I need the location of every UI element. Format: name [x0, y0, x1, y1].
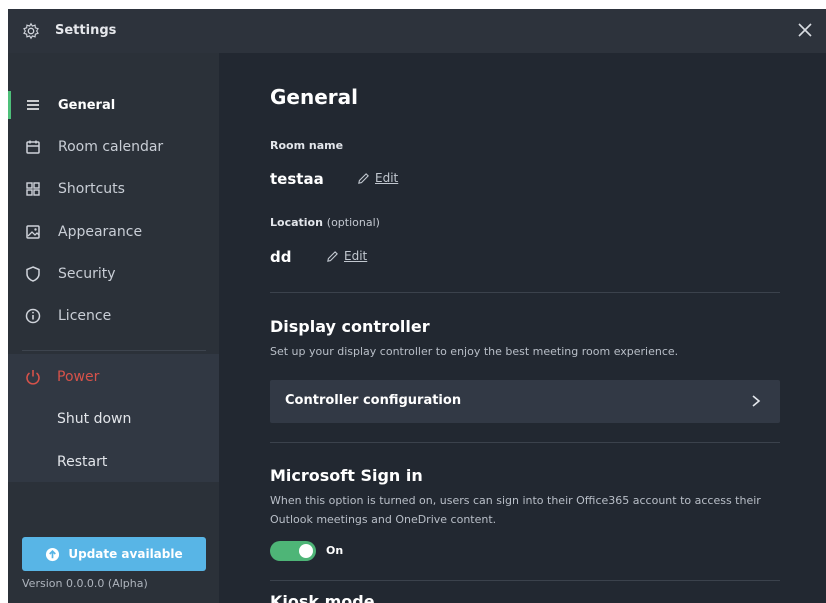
shield-icon	[26, 266, 40, 282]
sidebar-item-label: Appearance	[58, 224, 143, 240]
main-content: General Room name testaa Edit Location (…	[219, 53, 826, 603]
update-available-button[interactable]: Update available	[22, 537, 206, 571]
edit-label: Edit	[375, 171, 399, 185]
controller-configuration-button[interactable]: Controller configuration	[270, 380, 780, 423]
restart-label: Restart	[57, 454, 108, 470]
display-controller-title: Display controller	[270, 317, 430, 336]
optional-text: (optional)	[326, 216, 380, 229]
room-name-label: Room name	[270, 139, 344, 152]
location-label: Location (optional)	[270, 216, 380, 229]
sidebar-item-room-calendar[interactable]: Room calendar	[8, 127, 219, 167]
sidebar-item-label: Security	[58, 266, 116, 282]
sidebar-item-security[interactable]: Security	[8, 254, 219, 294]
info-icon	[25, 308, 41, 324]
toggle-label: On	[326, 544, 344, 557]
pencil-icon	[358, 172, 369, 184]
sidebar-item-label: Room calendar	[58, 139, 164, 155]
section-divider	[270, 580, 780, 581]
sidebar-item-label: Licence	[58, 308, 112, 324]
room-name-value: testaa	[270, 170, 324, 188]
window-title: Settings	[55, 23, 117, 38]
sidebar-item-licence[interactable]: Licence	[8, 296, 219, 336]
grid-icon	[26, 182, 40, 196]
pencil-icon	[327, 250, 338, 262]
power-panel: Power Shut down Restart	[8, 354, 219, 482]
edit-location-button[interactable]: Edit	[326, 249, 367, 263]
shut-down-button[interactable]: Shut down	[8, 399, 219, 439]
image-icon	[26, 225, 40, 239]
power-item[interactable]: Power	[8, 357, 219, 397]
sidebar-item-label: Shortcuts	[58, 181, 125, 197]
power-icon	[26, 370, 40, 385]
title-bar: Settings	[8, 9, 826, 53]
section-divider	[270, 442, 780, 443]
version-text: Version 0.0.0.0 (Alpha)	[22, 577, 148, 590]
next-section-title: Kiosk mode	[270, 592, 375, 603]
microsoft-signin-description: When this option is turned on, users can…	[270, 494, 761, 526]
shut-down-label: Shut down	[57, 411, 132, 427]
section-divider	[270, 292, 780, 293]
sidebar-item-label: General	[58, 97, 116, 113]
power-label: Power	[57, 369, 100, 385]
sidebar-item-shortcuts[interactable]: Shortcuts	[8, 169, 219, 209]
chevron-right-icon	[752, 395, 761, 407]
list-icon	[27, 100, 39, 110]
location-label-text: Location	[270, 216, 323, 229]
controller-configuration-label: Controller configuration	[285, 393, 462, 408]
location-value: dd	[270, 248, 292, 266]
microsoft-signin-title: Microsoft Sign in	[270, 466, 423, 485]
sidebar-divider	[22, 350, 206, 351]
display-controller-description: Set up your display controller to enjoy …	[270, 345, 679, 358]
sidebar: General Room calendar Shortcuts Appearan…	[8, 53, 219, 603]
edit-room-name-button[interactable]: Edit	[357, 171, 398, 185]
close-icon	[798, 23, 812, 37]
upload-arrow-icon	[46, 547, 60, 561]
settings-window: Settings General Room calendar Shortcuts…	[8, 9, 826, 603]
active-indicator	[8, 91, 11, 119]
sidebar-item-general[interactable]: General	[8, 85, 219, 125]
gear-icon	[23, 22, 39, 40]
restart-button[interactable]: Restart	[8, 442, 219, 482]
microsoft-signin-toggle[interactable]	[270, 541, 316, 561]
close-button[interactable]	[794, 19, 816, 41]
calendar-icon	[26, 140, 40, 154]
edit-label: Edit	[344, 249, 368, 263]
update-label: Update available	[68, 547, 183, 561]
toggle-knob	[299, 544, 313, 558]
page-title: General	[270, 85, 358, 109]
sidebar-item-appearance[interactable]: Appearance	[8, 212, 219, 252]
